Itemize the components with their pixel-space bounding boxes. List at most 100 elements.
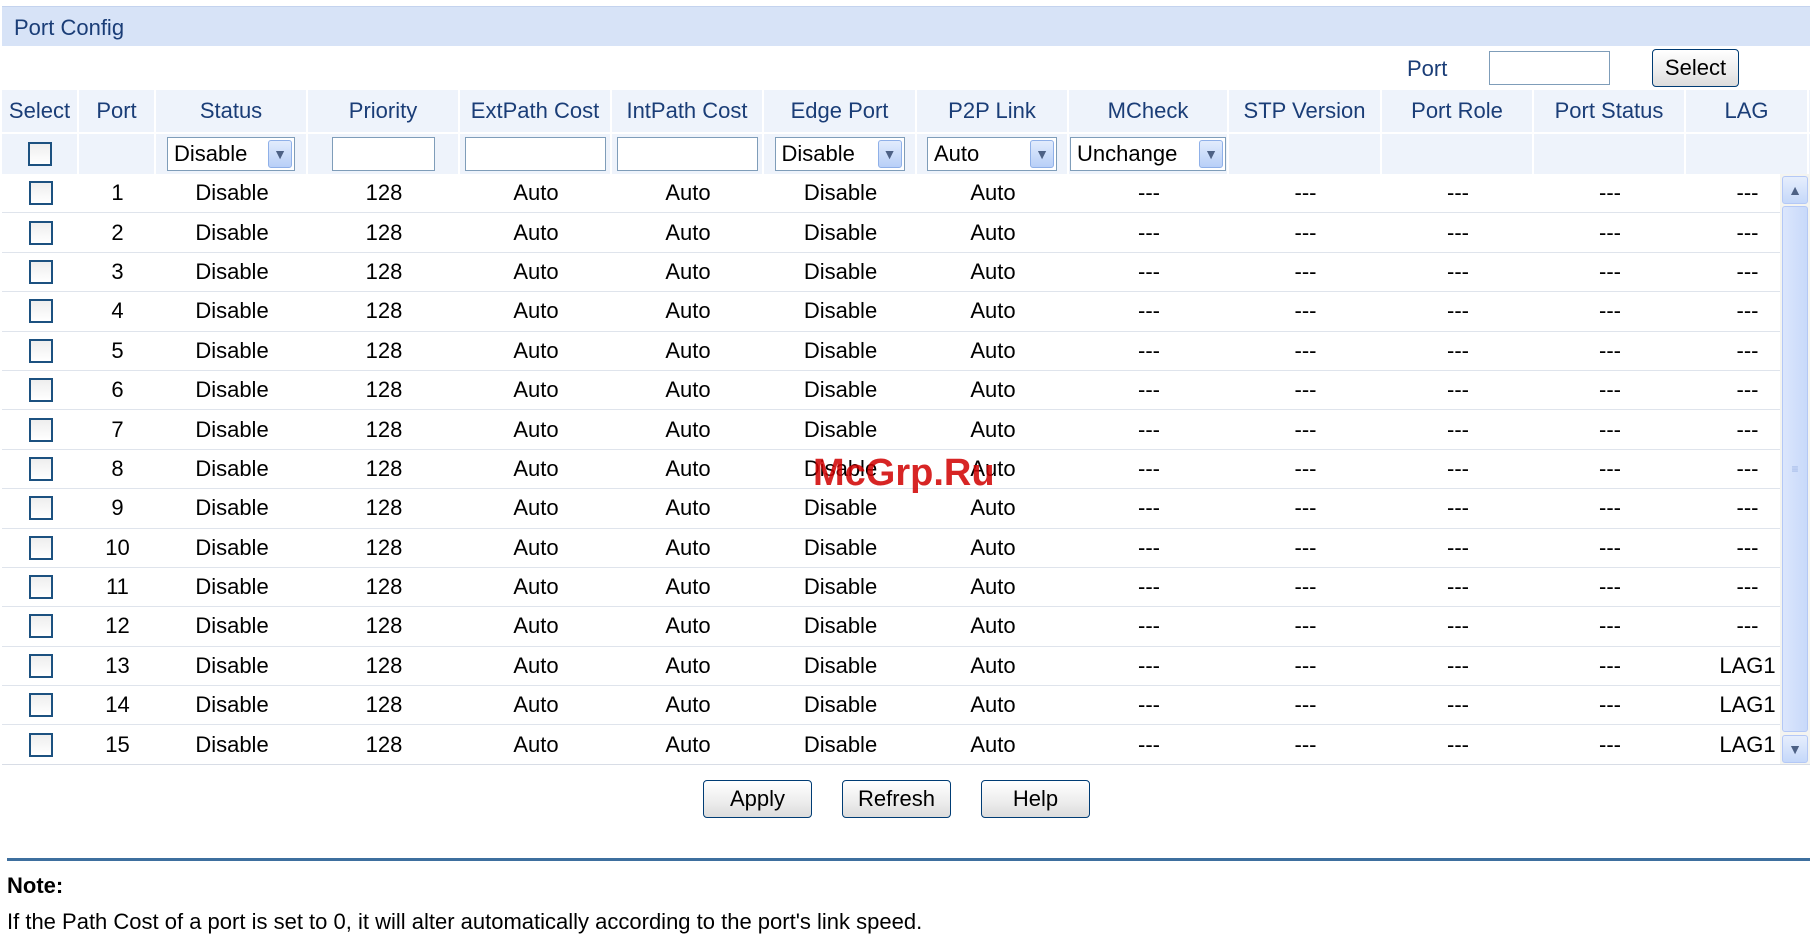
cell-edge-port: Disable [803,180,878,206]
col-lag: LAG [1686,90,1809,132]
row-checkbox[interactable] [28,575,53,600]
status-filter-select[interactable]: Disable ▼ [167,137,295,171]
cell-int-path-cost: Auto [665,731,711,757]
table-row[interactable]: 8 Disable 128 Auto Auto Disable Auto --- --- --- -… [2,450,1780,490]
cell-p2p-link: Auto [970,652,1016,678]
row-checkbox[interactable] [28,614,53,639]
table-row[interactable]: 1 Disable 128 Auto Auto Disable Auto --- --- --- -… [2,174,1780,214]
table-row[interactable]: 10 Disable 128 Auto Auto Disable Auto --- --- ---… [2,529,1780,568]
cell-p2p-link: Auto [970,258,1016,284]
cell-port-role: --- [1447,692,1469,718]
port-select-button[interactable]: Select [1652,49,1739,87]
mcheck-filter-select[interactable]: Unchange ▼ [1070,137,1226,171]
row-checkbox[interactable] [28,299,53,324]
note-title: Note: [7,873,64,898]
table-row[interactable]: 4 Disable 128 Auto Auto Disable Auto --- --- --- -… [2,292,1780,332]
row-checkbox[interactable] [28,338,53,363]
row-checkbox[interactable] [28,259,53,284]
table-row[interactable]: 9 Disable 128 Auto Auto Disable Auto --- --- --- -… [2,489,1780,529]
cell-port-role: --- [1447,574,1469,600]
cell-port-number: 12 [105,613,130,639]
apply-button[interactable]: Apply [703,780,812,818]
int-path-cost-input[interactable] [616,137,758,171]
cell-int-path-cost: Auto [665,298,711,324]
cell-priority: 128 [365,258,403,284]
cell-int-path-cost: Auto [665,455,711,481]
cell-select [2,213,79,251]
table-row[interactable]: 11 Disable 128 Auto Auto Disable Auto --- --- ---… [2,568,1780,608]
scroll-down-icon[interactable]: ▼ [1782,735,1808,763]
col-ext-path-cost: ExtPath Cost [460,90,612,132]
cell-select [2,529,79,567]
cell-status: Disable [195,692,269,718]
p2p-link-filter-select[interactable]: Auto ▼ [927,137,1057,171]
row-checkbox[interactable] [28,378,53,403]
table-row[interactable]: 7 Disable 128 Auto Auto Disable Auto --- --- --- -… [2,410,1780,450]
cell-edge-port: Disable [803,219,878,245]
cell-p2p-link: Auto [970,416,1016,442]
cell-mcheck: --- [1138,219,1160,245]
cell-ext-path-cost: Auto [513,495,559,521]
refresh-button[interactable]: Refresh [842,780,951,818]
select-all-checkbox[interactable] [27,142,52,166]
table-row[interactable]: 2 Disable 128 Auto Auto Disable Auto --- --- --- -… [2,213,1780,253]
cell-port-role: --- [1447,652,1469,678]
cell-ext-path-cost: Auto [513,692,559,718]
cell-ext-path-cost: Auto [513,455,559,481]
cell-port-status: --- [1599,495,1621,521]
row-checkbox[interactable] [28,220,53,245]
table-row[interactable]: 13 Disable 128 Auto Auto Disable Auto --- --- ---… [2,647,1780,687]
row-checkbox[interactable] [28,732,53,757]
cell-priority: 128 [365,534,403,560]
edge-port-filter-select[interactable]: Disable ▼ [774,137,905,171]
table-row[interactable]: 14 Disable 128 Auto Auto Disable Auto --- --- ---… [2,686,1780,726]
col-status: Status [156,90,308,132]
cell-p2p-link: Auto [970,692,1016,718]
cell-select [2,607,79,645]
row-checkbox[interactable] [28,496,53,521]
cell-priority: 128 [365,652,403,678]
cell-port-number: 13 [105,652,130,678]
cell-stp-version: --- [1294,416,1317,442]
row-checkbox[interactable] [28,181,53,206]
row-checkbox[interactable] [28,653,53,678]
cell-status: Disable [195,455,269,481]
ext-path-cost-input[interactable] [464,137,606,171]
table-header: Select Port Status Priority ExtPath Cost… [2,90,1810,132]
cell-select [2,725,79,763]
cell-port-role: --- [1447,337,1469,363]
cell-int-path-cost: Auto [665,180,711,206]
table-row[interactable]: 5 Disable 128 Auto Auto Disable Auto --- --- --- -… [2,332,1780,371]
port-search-input[interactable] [1489,51,1610,85]
cell-status: Disable [195,258,269,284]
edge-port-filter-value: Disable [781,141,855,166]
table-body[interactable]: 1 Disable 128 Auto Auto Disable Auto --- --- --- -… [2,174,1810,765]
row-checkbox[interactable] [28,456,53,481]
row-checkbox[interactable] [28,417,53,442]
scroll-up-icon[interactable]: ▲ [1782,176,1808,204]
scrollbar-thumb[interactable]: ≡ [1782,206,1808,732]
cell-edge-port: Disable [803,258,878,284]
cell-port-role: --- [1447,180,1469,206]
cell-int-path-cost: Auto [665,613,711,639]
row-checkbox[interactable] [28,693,53,718]
row-checkbox[interactable] [28,535,53,560]
priority-filter-input[interactable] [331,137,435,171]
cell-mcheck: --- [1138,377,1160,403]
note-text: If the Path Cost of a port is set to 0, … [7,909,923,934]
status-filter-value: Disable [174,141,248,166]
table-row[interactable]: 3 Disable 128 Auto Auto Disable Auto --- --- --- -… [2,253,1780,293]
cell-port-number: 2 [111,219,124,245]
cell-stp-version: --- [1294,613,1317,639]
cell-mcheck: --- [1138,258,1160,284]
table-row[interactable]: 15 Disable 128 Auto Auto Disable Auto --- --- ---… [2,725,1780,764]
cell-int-path-cost: Auto [665,219,711,245]
cell-port-number: 5 [111,337,124,363]
cell-p2p-link: Auto [970,180,1016,206]
help-button[interactable]: Help [981,780,1090,818]
vertical-scrollbar[interactable]: ▲ ≡ ▼ [1780,174,1810,764]
table-row[interactable]: 6 Disable 128 Auto Auto Disable Auto --- --- --- -… [2,371,1780,411]
cell-port-role: --- [1447,455,1469,481]
table-row[interactable]: 12 Disable 128 Auto Auto Disable Auto --- --- ---… [2,607,1780,647]
cell-edge-port: Disable [803,416,878,442]
